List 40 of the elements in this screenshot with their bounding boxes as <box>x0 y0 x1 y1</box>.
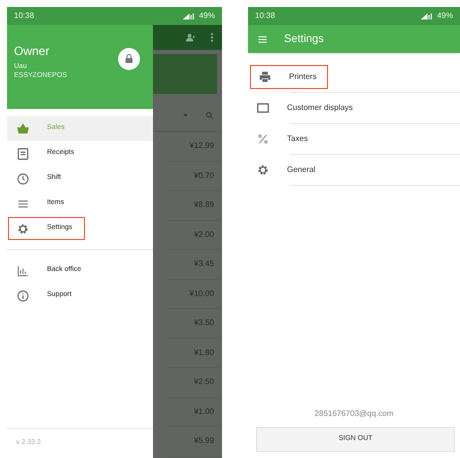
percent-icon <box>256 132 270 146</box>
display-icon <box>256 101 270 115</box>
option-row[interactable]: Taxes <box>248 127 460 151</box>
receipt-icon <box>16 146 30 160</box>
lock-button[interactable] <box>118 48 140 70</box>
gear-icon <box>16 222 30 236</box>
option-row[interactable]: Customer displays <box>248 96 460 120</box>
battery-level: 49% <box>198 10 215 22</box>
item-price: ¥2.50 <box>194 376 214 388</box>
item-price: ¥1.00 <box>194 406 214 418</box>
add-person-icon <box>185 32 196 43</box>
more-icon <box>210 32 214 43</box>
item-price: ¥8.89 <box>194 199 214 212</box>
gear-icon <box>256 163 270 177</box>
item-price: ¥12.99 <box>190 140 214 152</box>
item-price: ¥3.45 <box>194 258 214 270</box>
option-row[interactable]: General <box>248 158 460 182</box>
option-row[interactable]: Printers <box>250 65 328 89</box>
info-icon <box>16 288 30 302</box>
clock-icon <box>16 172 30 186</box>
status-time: 10:38 <box>14 10 34 22</box>
item-price: ¥10.00 <box>190 288 214 300</box>
search-icon <box>205 111 214 120</box>
account-email: 2851676703@qq.com <box>314 408 394 420</box>
item-price: ¥1.80 <box>194 346 214 359</box>
item-price: ¥0.70 <box>194 170 214 182</box>
lock-icon <box>123 53 135 65</box>
item-price: ¥5.99 <box>194 435 214 448</box>
printer-icon <box>258 70 272 84</box>
user-name: Owner <box>14 44 50 58</box>
basket-icon <box>16 122 30 136</box>
screen-title: Settings <box>284 32 324 47</box>
dropdown-icon <box>182 113 189 118</box>
item-price: ¥3.50 <box>194 317 214 330</box>
battery-level: 49% <box>436 10 453 22</box>
menu-button[interactable] <box>257 34 268 44</box>
item-price: ¥2.00 <box>194 228 214 241</box>
menu-icon <box>257 34 268 44</box>
bar-chart-icon <box>16 264 30 278</box>
status-time: 10:38 <box>255 10 276 22</box>
